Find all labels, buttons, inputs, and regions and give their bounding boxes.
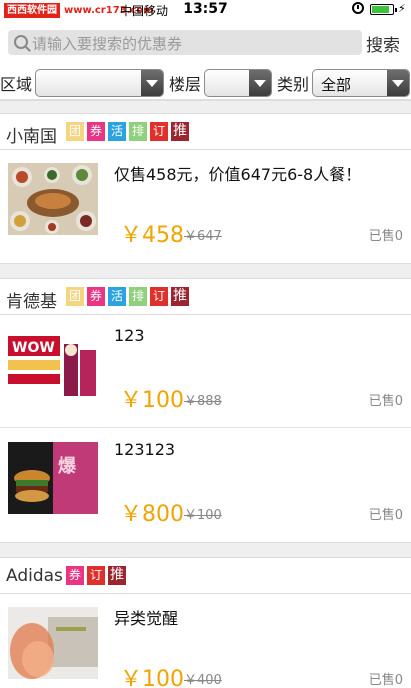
group-separator [0,263,411,279]
list-item[interactable]: 仅售458元，价值647元6-8人餐！ ￥458 ￥647 已售0 [0,151,411,263]
list-item[interactable]: 异类觉醒 ￥100 ￥400 已售0 [0,595,411,688]
item-original-price: ￥100 [184,508,222,523]
badge-quan: 券 [66,566,84,585]
item-price: ￥800 [120,502,184,527]
badge-list: 团 券 活 排 订 推 [66,287,189,306]
list-item[interactable]: WOW 123 ￥100 ￥888 已售0 [0,316,411,428]
badge-list: 团 券 活 排 订 推 [66,122,189,141]
item-sold-count: 已售0 [368,673,403,688]
category-select-value: 全部 [321,76,352,94]
chevron-down-icon [387,70,409,96]
battery-icon [370,4,397,15]
badge-huo: 活 [108,122,126,141]
badge-huo: 活 [108,287,126,306]
badge-tui: 推 [171,287,189,306]
group-header[interactable]: 肯德基 团 券 活 排 订 推 [0,279,411,315]
item-original-price: ￥888 [184,394,222,409]
badge-list: 券 订 推 [66,566,126,585]
badge-ding: 订 [150,287,168,306]
group-separator [0,542,411,558]
divider [0,427,411,428]
status-bar: 西西软件园 www.cr173.com 中国移动 13:57 ⚡ [0,0,411,20]
search-placeholder: 请输入要搜索的优惠券 [32,35,183,53]
group-header[interactable]: 小南国 团 券 活 排 订 推 [0,114,411,150]
item-title: 123 [114,326,145,345]
search-bar: 请输入要搜索的优惠券 搜索 [0,24,411,62]
item-price: ￥100 [120,388,184,413]
badge-ding: 订 [87,566,105,585]
badge-quan: 券 [87,287,105,306]
badge-pai: 排 [129,122,147,141]
item-title: 异类觉醒 [114,609,179,628]
shop-name: 小南国 [6,127,57,147]
shop-name: Adidas [6,566,63,586]
badge-pai: 排 [129,287,147,306]
category-label: 类别 [277,75,310,94]
item-title: 123123 [114,440,176,459]
filter-bar: 区域 楼层 类别 全部 [0,66,411,100]
list-item[interactable]: 爆 123123 ￥800 ￥100 已售0 [0,430,411,542]
burger-thumb-text: 爆 [58,456,77,477]
area-select[interactable] [35,69,164,97]
floor-label: 楼层 [169,75,202,94]
badge-ding: 订 [150,122,168,141]
category-select[interactable]: 全部 [312,69,410,97]
chevron-down-icon [249,70,271,96]
search-icon [14,35,28,49]
group-separator [0,100,411,114]
shop-name: 肯德基 [6,292,57,312]
badge-tuan: 团 [66,122,84,141]
chevron-down-icon [141,70,163,96]
group-header[interactable]: Adidas 券 订 推 [0,558,411,594]
alarm-icon [352,2,364,14]
badge-quan: 券 [87,122,105,141]
status-time: 13:57 [183,1,228,17]
badge-tui: 推 [108,566,126,585]
search-input[interactable]: 请输入要搜索的优惠券 [8,30,362,55]
item-price: ￥100 [120,667,184,688]
item-price: ￥458 [120,223,184,248]
search-button[interactable]: 搜索 [366,31,400,56]
charging-icon: ⚡ [398,2,406,15]
area-label: 区域 [0,75,33,94]
item-sold-count: 已售0 [368,229,403,244]
badge-tui: 推 [171,122,189,141]
badge-tuan: 团 [66,287,84,306]
item-sold-count: 已售0 [368,508,403,523]
kfc-wow-text: WOW [12,340,55,356]
floor-select[interactable] [204,69,272,97]
item-thumbnail: WOW [8,328,98,400]
item-thumbnail: 爆 [8,442,98,514]
item-thumbnail [8,607,98,679]
item-thumbnail [8,163,98,235]
item-title: 仅售458元，价值647元6-8人餐！ [114,165,362,184]
item-original-price: ￥400 [184,673,222,688]
item-original-price: ￥647 [184,229,222,244]
item-sold-count: 已售0 [368,394,403,409]
